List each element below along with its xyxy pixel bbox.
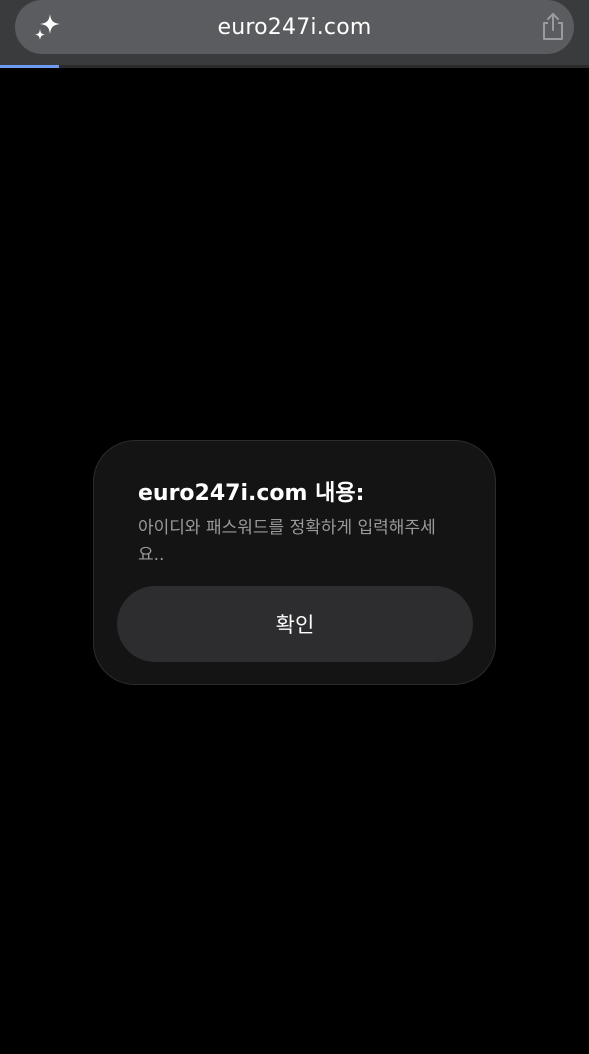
share-icon[interactable] [539, 12, 567, 42]
browser-toolbar: euro247i.com [0, 0, 589, 68]
address-bar[interactable]: euro247i.com [15, 0, 574, 54]
page-load-progress [0, 65, 589, 68]
alert-dialog: euro247i.com 내용: 아이디와 패스워드를 정확하게 입력해주세요.… [93, 440, 496, 685]
dialog-title: euro247i.com 내용: [138, 481, 365, 506]
progress-fill [0, 65, 59, 68]
confirm-button[interactable]: 확인 [117, 586, 473, 662]
dialog-message: 아이디와 패스워드를 정확하게 입력해주세요.. [138, 518, 436, 565]
url-text: euro247i.com [217, 14, 372, 40]
sparkle-icon[interactable] [32, 11, 64, 43]
